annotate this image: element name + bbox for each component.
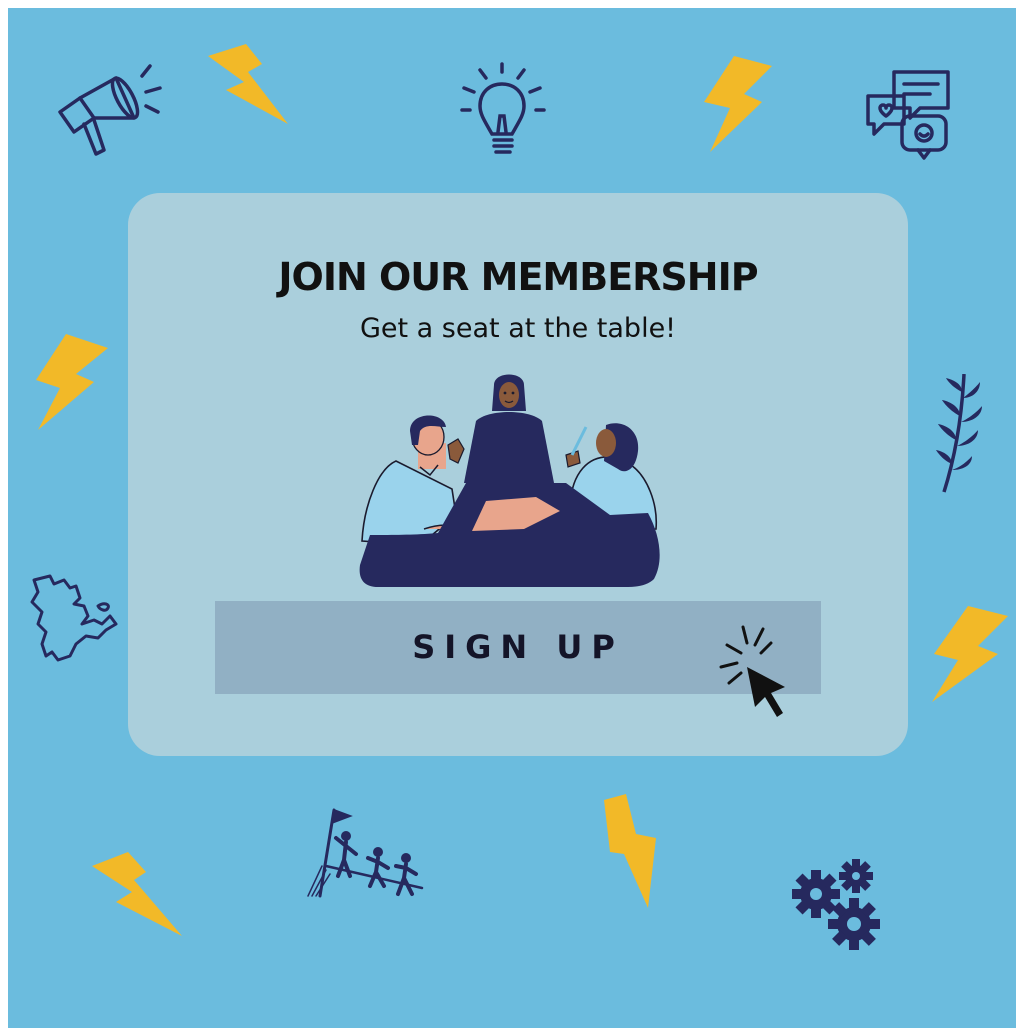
meeting-illustration: [359, 374, 660, 587]
lightning-bolt-icon: [932, 606, 1008, 702]
lightning-bolt-icon: [92, 852, 182, 936]
lightning-bolt-icon: [208, 44, 288, 124]
lightning-bolt-icon: [604, 794, 656, 908]
membership-card: JOIN OUR MEMBERSHIP Get a seat at the ta…: [128, 193, 908, 756]
gears-icon: [792, 859, 880, 950]
team-climbing-flag-icon: [307, 808, 424, 898]
lightbulb-icon: [460, 62, 546, 154]
sign-up-button[interactable]: SIGN UP: [215, 601, 821, 717]
megaphone-icon: [58, 64, 162, 156]
map-outline-icon: [30, 574, 118, 662]
cursor-click-icon: [719, 625, 785, 717]
lightning-bolt-icon: [704, 56, 772, 152]
card-title: JOIN OUR MEMBERSHIP: [278, 255, 758, 299]
lightning-bolt-icon: [36, 334, 108, 430]
card-subtitle: Get a seat at the table!: [359, 313, 677, 344]
leaf-branch-icon: [936, 374, 982, 493]
chat-bubbles-icon: [866, 70, 950, 160]
poster-background: JOIN OUR MEMBERSHIP Get a seat at the ta…: [8, 8, 1016, 1028]
